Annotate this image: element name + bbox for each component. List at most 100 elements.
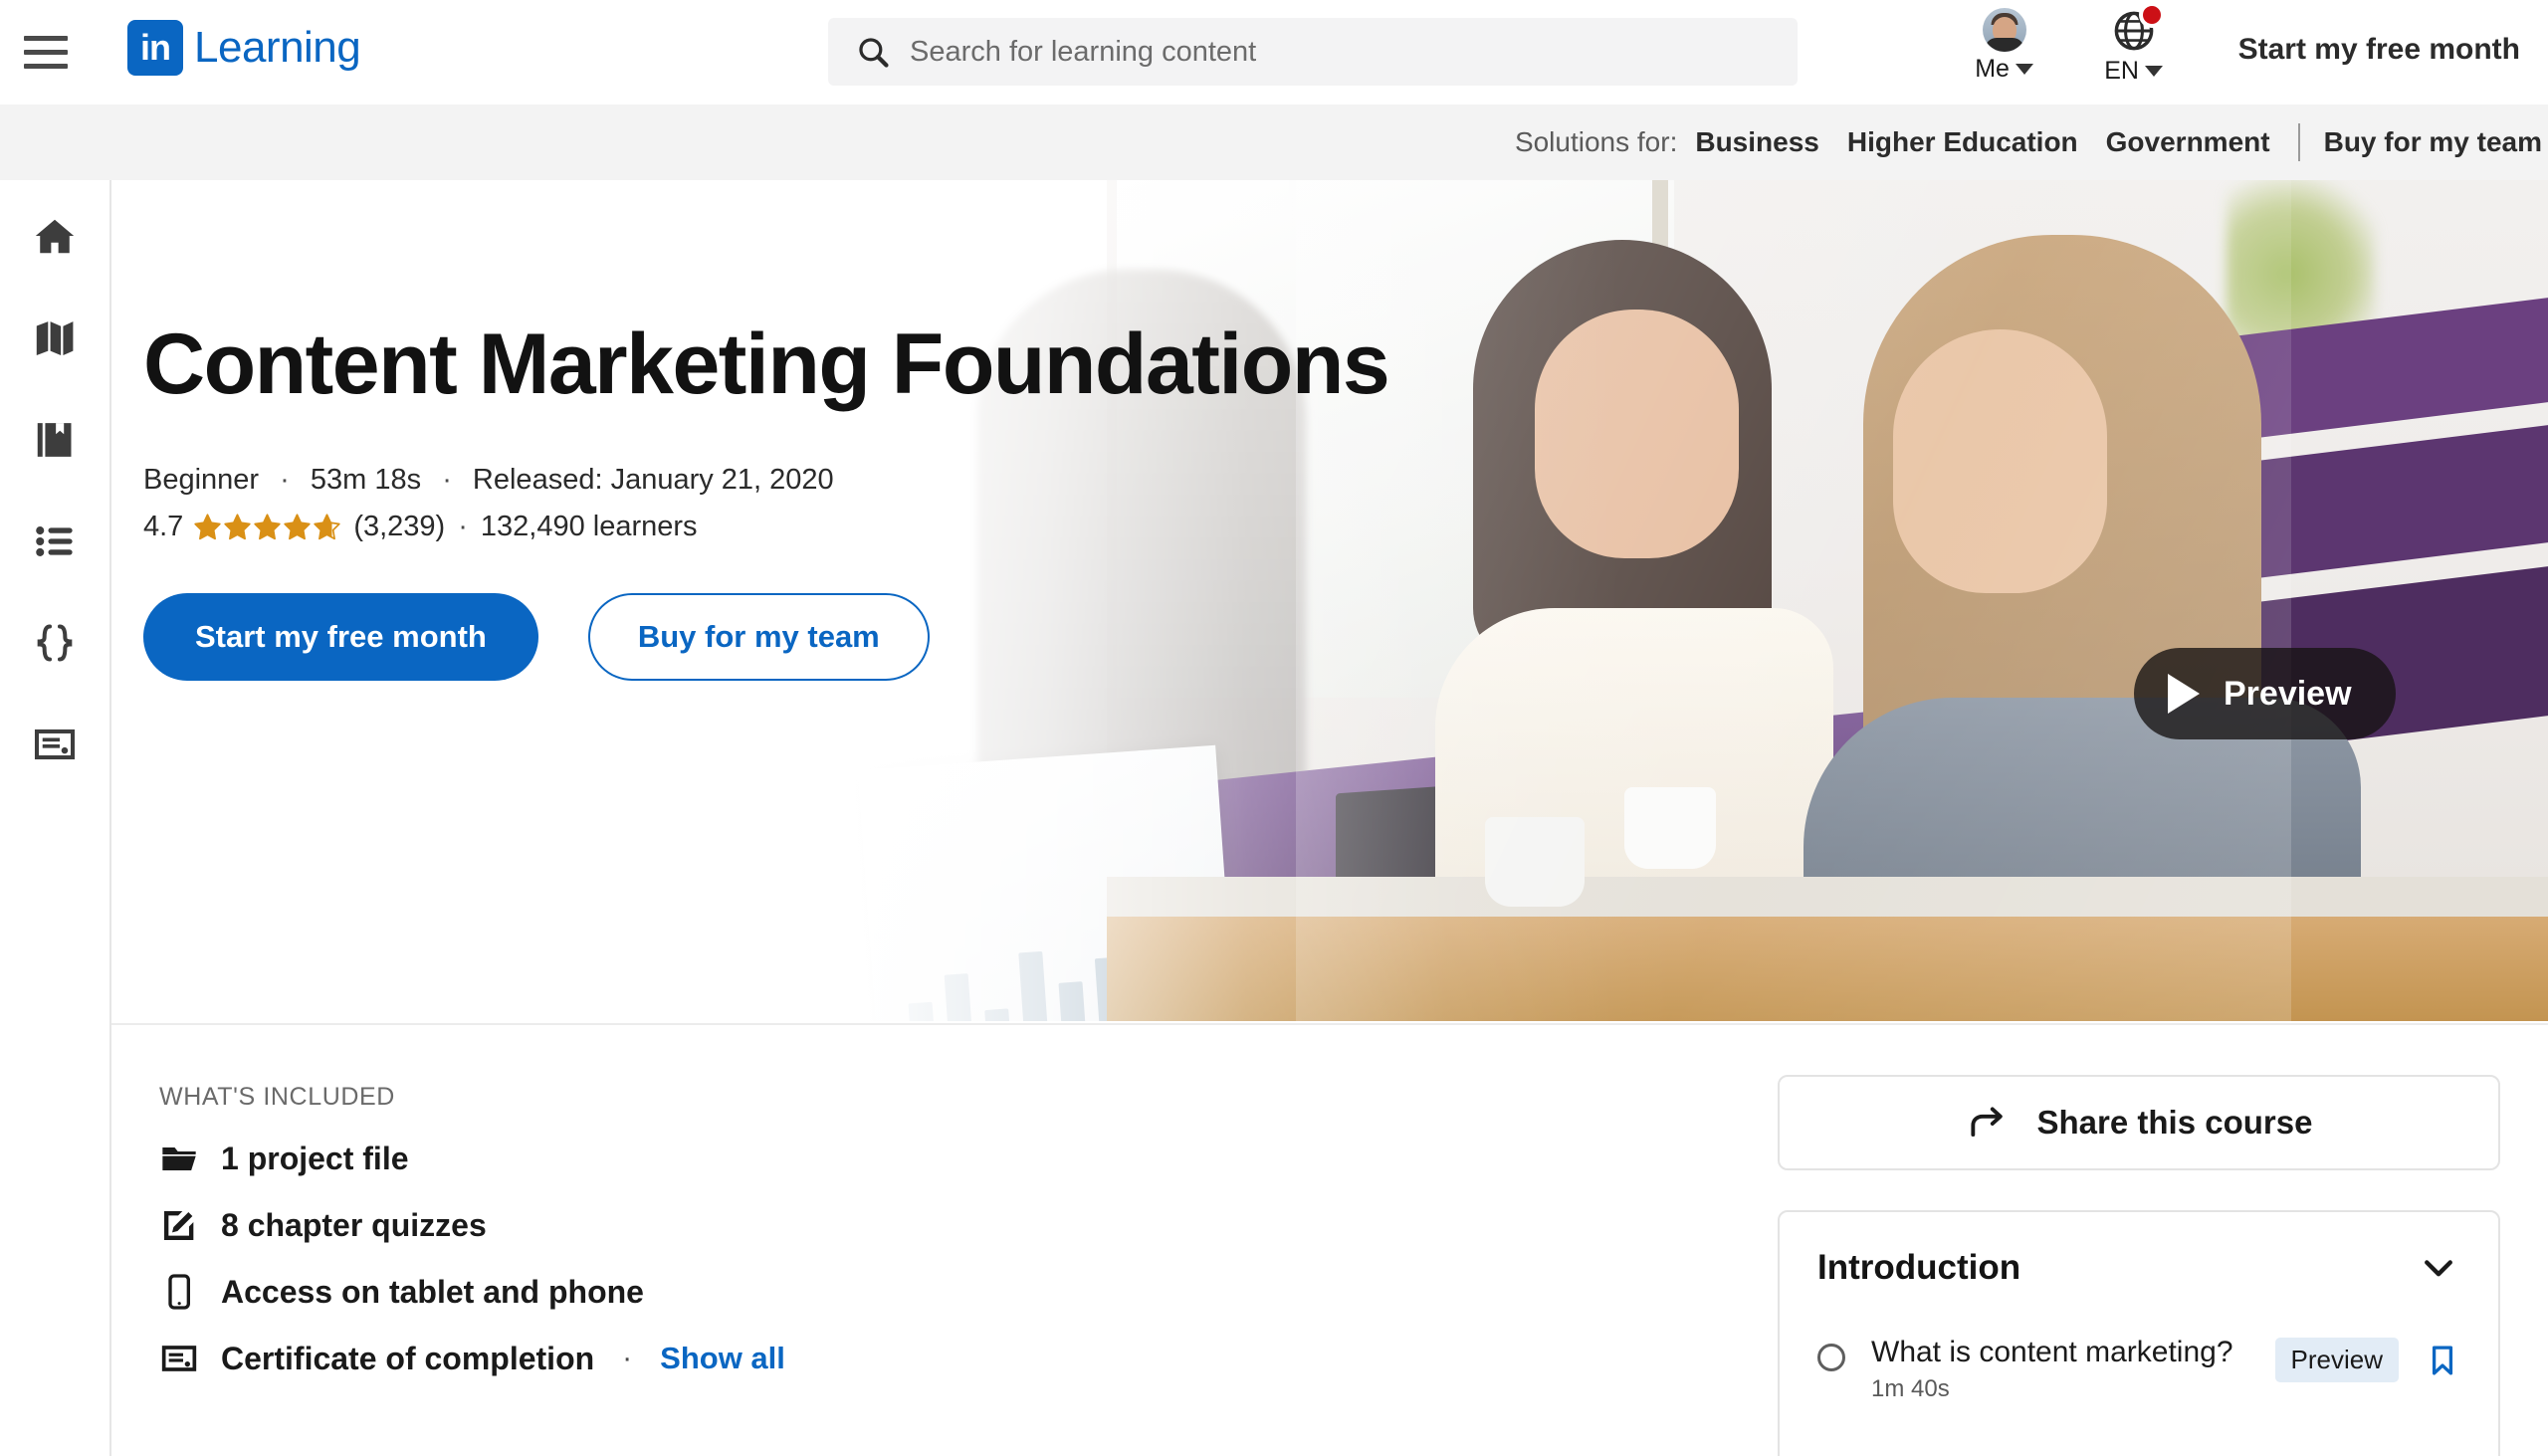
solutions-link-government[interactable]: Government xyxy=(2106,126,2270,158)
search-input[interactable] xyxy=(910,36,1766,69)
preview-video-button[interactable]: Preview xyxy=(2134,648,2396,739)
included-separator: · xyxy=(622,1342,632,1375)
map-icon xyxy=(32,315,78,361)
lesson-actions: Preview xyxy=(2275,1338,2460,1382)
course-level: Beginner xyxy=(143,464,259,496)
list-icon xyxy=(32,519,78,564)
included-item-project-file: 1 project file xyxy=(159,1139,1553,1178)
me-menu[interactable]: Me xyxy=(1940,0,2069,104)
meta-separator: · xyxy=(458,511,468,543)
hamburger-menu-icon[interactable] xyxy=(18,30,74,74)
hero-cta-group: Start my free month Buy for my team xyxy=(143,593,1388,681)
meta-separator: · xyxy=(442,464,452,496)
solutions-link-higher-education[interactable]: Higher Education xyxy=(1847,126,2078,158)
sidebar-item-code-challenges[interactable] xyxy=(25,614,85,672)
globe-icon-wrap xyxy=(2111,8,2157,54)
included-item-label: 8 chapter quizzes xyxy=(221,1207,487,1244)
included-item-label: 1 project file xyxy=(221,1141,409,1177)
included-item-device-access: Access on tablet and phone xyxy=(159,1272,1553,1312)
book-icon xyxy=(32,417,78,463)
whats-included-block: WHAT'S INCLUDED 1 project file xyxy=(159,1083,1553,1378)
show-all-link[interactable]: Show all xyxy=(660,1341,785,1376)
sidebar-item-home[interactable] xyxy=(25,208,85,266)
included-item-chapter-quizzes: 8 chapter quizzes xyxy=(159,1205,1553,1245)
brand-name-label: Learning xyxy=(194,23,360,73)
course-details-section: WHAT'S INCLUDED 1 project file xyxy=(111,1023,2548,1456)
star-icon xyxy=(283,513,312,541)
introduction-section-header[interactable]: Introduction xyxy=(1817,1246,2460,1290)
star-icon xyxy=(253,513,282,541)
sidebar-item-certificates[interactable] xyxy=(25,716,85,773)
language-label: EN xyxy=(2104,57,2139,86)
bookmark-icon[interactable] xyxy=(2425,1343,2460,1378)
lesson-info: What is content marketing? 1m 40s xyxy=(1871,1336,2249,1403)
folder-icon xyxy=(159,1139,199,1178)
rating-count: (3,239) xyxy=(353,511,445,543)
preview-button-label: Preview xyxy=(2224,675,2352,714)
certificate-icon xyxy=(32,722,78,767)
lesson-duration: 1m 40s xyxy=(1871,1375,2249,1403)
search-bar[interactable] xyxy=(828,18,1798,86)
me-menu-label-wrap: Me xyxy=(1975,55,2033,84)
code-braces-icon xyxy=(32,620,78,666)
solutions-divider xyxy=(2298,123,2300,161)
home-icon xyxy=(32,214,78,260)
course-release-date: Released: January 21, 2020 xyxy=(473,464,834,496)
linkedin-learning-course-page: in Learning Me xyxy=(0,0,2548,1456)
share-this-course-button[interactable]: Share this course xyxy=(1778,1075,2500,1170)
top-navigation-bar: in Learning Me xyxy=(0,0,2548,104)
lesson-row[interactable]: What is content marketing? 1m 40s Previe… xyxy=(1817,1336,2460,1403)
avatar xyxy=(1983,8,2026,52)
star-icon xyxy=(313,513,341,541)
sidebar-item-my-library[interactable] xyxy=(25,411,85,469)
included-item-label: Certificate of completion xyxy=(221,1341,594,1377)
start-free-month-link[interactable]: Start my free month xyxy=(2238,33,2520,67)
solutions-link-business[interactable]: Business xyxy=(1695,126,1819,158)
me-menu-label: Me xyxy=(1975,55,2010,84)
left-sidebar xyxy=(0,180,111,1456)
page-title: Content Marketing Foundations xyxy=(143,319,1388,410)
lesson-title: What is content marketing? xyxy=(1871,1336,2249,1369)
pencil-square-icon xyxy=(159,1205,199,1245)
chevron-down-icon xyxy=(2145,66,2163,77)
lesson-status-circle-icon xyxy=(1817,1344,1845,1371)
meta-separator: · xyxy=(280,464,290,496)
buy-for-my-team-button[interactable]: Buy for my team xyxy=(588,593,930,681)
course-meta-line: Beginner · 53m 18s · Released: January 2… xyxy=(143,464,1388,497)
course-contents-card: Introduction What is content marketing? … xyxy=(1778,1210,2500,1456)
language-label-wrap: EN xyxy=(2104,57,2163,86)
learner-count: 132,490 learners xyxy=(481,511,698,543)
nav-right-cluster: Me EN xyxy=(1940,0,2548,104)
rating-stars xyxy=(193,513,341,541)
whats-included-heading: WHAT'S INCLUDED xyxy=(159,1083,1553,1112)
course-rating-line: 4.7 (3,239) · 132,490 learners xyxy=(143,511,1388,543)
linkedin-learning-logo[interactable]: in Learning xyxy=(127,20,360,76)
share-arrow-icon xyxy=(1966,1101,2010,1144)
linkedin-logo-mark: in xyxy=(127,20,183,76)
sidebar-item-browse[interactable] xyxy=(25,310,85,367)
buy-for-my-team-link[interactable]: Buy for my team xyxy=(2324,126,2542,158)
phone-icon xyxy=(159,1272,199,1312)
course-hero: Content Marketing Foundations Beginner ·… xyxy=(111,180,2548,1021)
language-menu[interactable]: EN xyxy=(2069,0,2199,104)
chevron-down-icon xyxy=(2417,1246,2460,1290)
star-icon xyxy=(193,513,222,541)
hero-text-block: Content Marketing Foundations Beginner ·… xyxy=(111,180,1388,681)
notification-badge xyxy=(2139,2,2165,28)
play-icon xyxy=(2168,674,2200,714)
solutions-for-label: Solutions for: xyxy=(1515,126,1677,158)
course-duration: 53m 18s xyxy=(311,464,421,496)
certificate-icon xyxy=(159,1339,199,1378)
share-this-course-label: Share this course xyxy=(2037,1104,2313,1142)
included-item-certificate: Certificate of completion · Show all xyxy=(159,1339,1553,1378)
solutions-bar: Solutions for: Business Higher Education… xyxy=(0,104,2548,180)
chevron-down-icon xyxy=(2016,64,2033,75)
included-item-label: Access on tablet and phone xyxy=(221,1274,644,1311)
star-icon xyxy=(223,513,252,541)
search-icon xyxy=(856,35,890,69)
course-side-panel: Share this course Introduction What is c… xyxy=(1778,1075,2500,1456)
sidebar-item-collections[interactable] xyxy=(25,513,85,570)
lesson-preview-badge[interactable]: Preview xyxy=(2275,1338,2399,1382)
rating-value: 4.7 xyxy=(143,511,183,543)
start-free-month-button[interactable]: Start my free month xyxy=(143,593,538,681)
